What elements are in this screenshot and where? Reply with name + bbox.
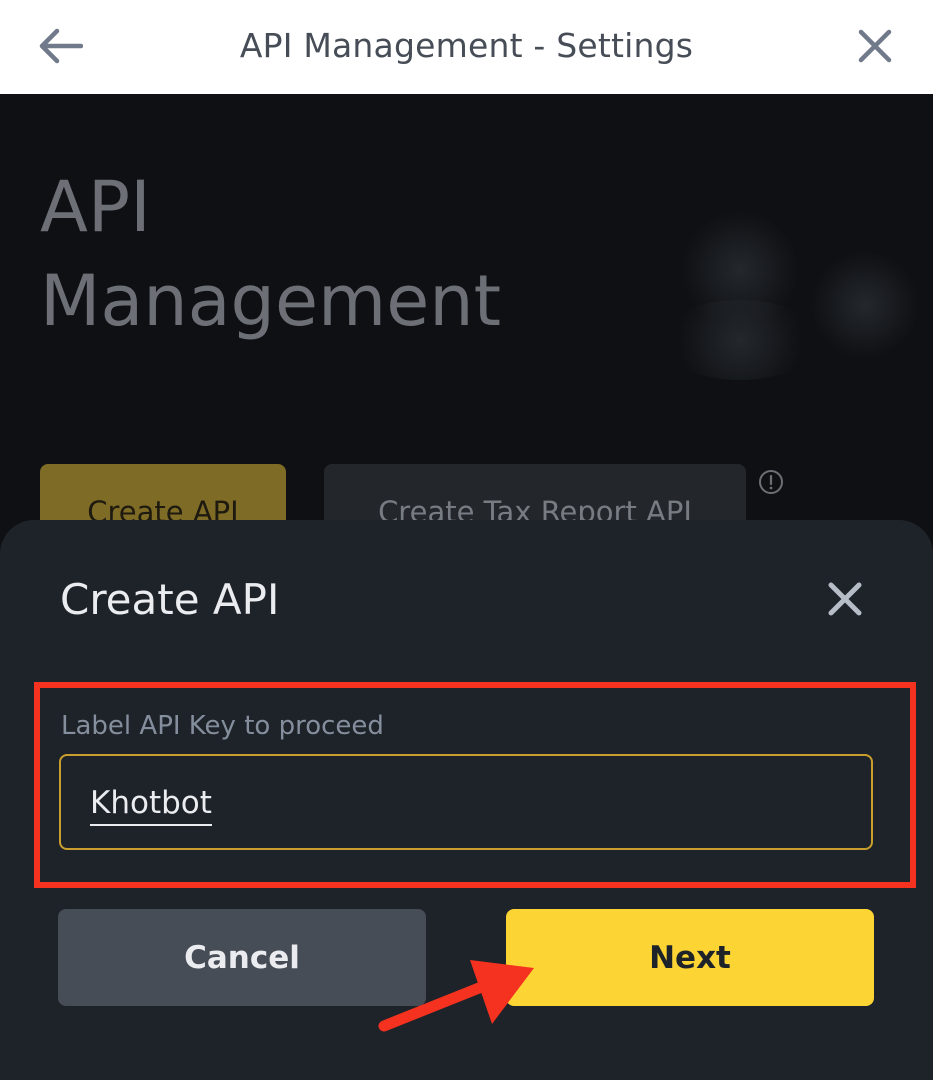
- close-icon: [828, 582, 862, 616]
- page-title: API Management - Settings: [239, 26, 694, 65]
- cancel-button[interactable]: Cancel: [58, 909, 426, 1006]
- arrow-annotation: [378, 960, 534, 1032]
- next-button[interactable]: Next: [506, 909, 874, 1006]
- api-key-label-value[interactable]: Khotbot: [90, 782, 212, 826]
- api-key-label: Label API Key to proceed: [61, 711, 384, 741]
- close-button[interactable]: [851, 22, 899, 70]
- hero-title-line-1: API: [40, 166, 151, 248]
- dialog-close-button[interactable]: [820, 574, 870, 624]
- top-app-bar: API Management - Settings: [0, 0, 933, 94]
- close-icon: [858, 29, 892, 63]
- hero-illustration: [660, 200, 920, 380]
- hero-title: API Management: [40, 160, 600, 348]
- dialog-title: Create API: [60, 575, 280, 624]
- hero-title-line-2: Management: [40, 260, 502, 342]
- info-icon[interactable]: [758, 469, 784, 495]
